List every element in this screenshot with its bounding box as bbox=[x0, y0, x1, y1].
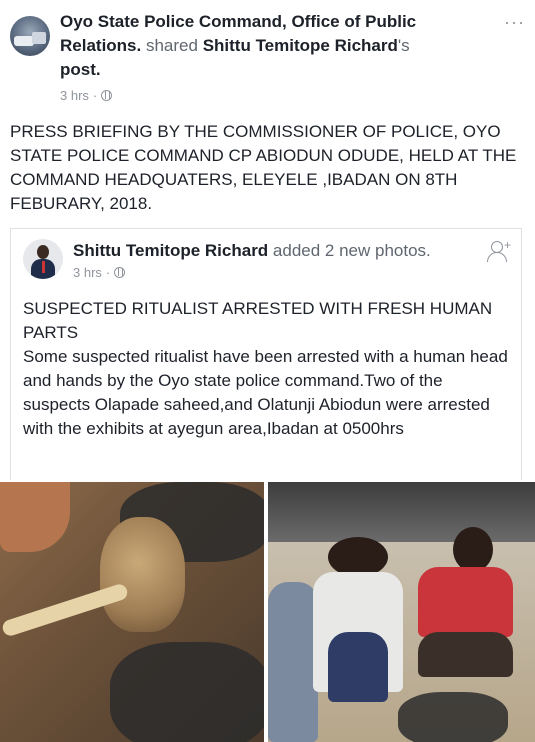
meta-separator: · bbox=[92, 88, 98, 103]
post-link[interactable]: post. bbox=[60, 60, 101, 79]
avatar-head-shape bbox=[37, 245, 49, 259]
shared-action: added 2 new photos. bbox=[268, 241, 431, 260]
post-meta: 3 hrs · bbox=[60, 88, 113, 103]
shared-post-meta: 3 hrs · bbox=[73, 265, 126, 280]
shared-post-card[interactable]: Shittu Temitope Richard added 2 new phot… bbox=[10, 228, 522, 480]
shared-author-link[interactable]: Shittu Temitope Richard bbox=[203, 36, 398, 55]
shared-post-attribution: Shittu Temitope Richard added 2 new phot… bbox=[73, 239, 431, 263]
person-head-shape bbox=[328, 537, 388, 577]
possessive: 's bbox=[397, 36, 410, 55]
person-shape bbox=[268, 582, 318, 742]
person-head-shape bbox=[453, 527, 493, 572]
avatar-vehicle-shape bbox=[14, 36, 34, 46]
photo-suspects[interactable] bbox=[268, 482, 535, 742]
photo-exhibit[interactable] bbox=[0, 482, 264, 742]
author-avatar[interactable] bbox=[23, 239, 63, 279]
post-timestamp[interactable]: 3 hrs bbox=[60, 88, 89, 103]
more-options-icon[interactable]: ··· bbox=[504, 12, 525, 33]
shared-post-headline: SUSPECTED RITUALIST ARRESTED WITH FRESH … bbox=[23, 299, 493, 342]
avatar-tie-shape bbox=[42, 261, 45, 273]
shared-post-text: SUSPECTED RITUALIST ARRESTED WITH FRESH … bbox=[23, 297, 513, 441]
foot-shape bbox=[0, 482, 70, 552]
bag-shape bbox=[398, 692, 508, 742]
person-shape bbox=[418, 632, 513, 677]
person-shape bbox=[328, 632, 388, 702]
add-friend-icon[interactable]: + bbox=[487, 239, 511, 263]
post-header: Oyo State Police Command, Office of Publ… bbox=[10, 10, 525, 110]
globe-icon bbox=[114, 267, 126, 278]
globe-icon bbox=[101, 90, 113, 101]
post-text: PRESS BRIEFING BY THE COMMISSIONER OF PO… bbox=[10, 122, 517, 213]
photo-grid bbox=[0, 482, 535, 742]
add-friend-body-shape bbox=[487, 252, 507, 262]
page-avatar[interactable] bbox=[10, 16, 50, 56]
person-shape bbox=[418, 567, 513, 637]
shared-post-timestamp[interactable]: 3 hrs bbox=[73, 265, 102, 280]
add-friend-plus: + bbox=[503, 238, 511, 252]
shared-author-name-link[interactable]: Shittu Temitope Richard bbox=[73, 241, 268, 260]
shared-post-body: Some suspected ritualist have been arres… bbox=[23, 347, 508, 438]
shared-word: shared bbox=[141, 36, 203, 55]
head-shape bbox=[100, 517, 185, 632]
meta-separator: · bbox=[105, 265, 111, 280]
bag-shape bbox=[110, 642, 264, 742]
post-attribution: Oyo State Police Command, Office of Publ… bbox=[60, 10, 490, 82]
avatar-vehicle-shape bbox=[32, 32, 46, 44]
wall-shape bbox=[268, 482, 535, 542]
